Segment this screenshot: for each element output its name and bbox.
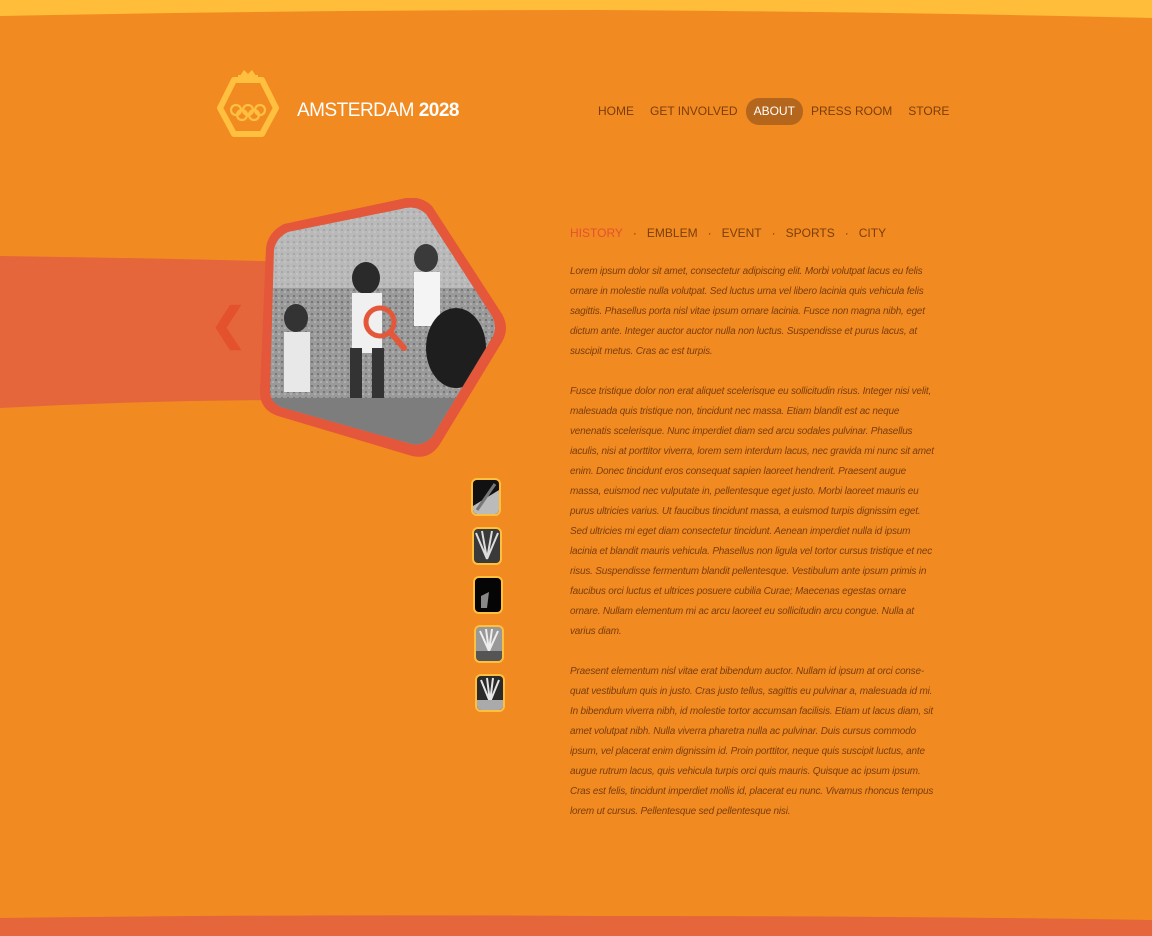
featured-photo[interactable]: [256, 198, 508, 460]
nav-item-home[interactable]: HOME: [590, 98, 642, 125]
gallery-thumbnail[interactable]: [473, 576, 503, 614]
tab-city[interactable]: CITY: [859, 226, 886, 240]
tab-history[interactable]: HISTORY: [570, 226, 623, 240]
gallery-thumbnail[interactable]: [471, 478, 501, 516]
tab-separator: ·: [844, 226, 849, 240]
gallery-thumbnail[interactable]: [475, 674, 505, 712]
section-tabs: HISTORY · EMBLEM · EVENT · SPORTS · CITY: [570, 226, 886, 240]
bottom-decorative-band: [0, 915, 1152, 936]
gallery-thumbnail[interactable]: [472, 527, 502, 565]
top-decorative-band: [0, 0, 1152, 18]
nav-item-store[interactable]: STORE: [900, 98, 957, 125]
olympic-crown-emblem-icon[interactable]: [214, 68, 282, 138]
tab-emblem[interactable]: EMBLEM: [647, 226, 698, 240]
nav-item-press-room[interactable]: PRESS ROOM: [803, 98, 900, 125]
gallery-accent-band: [0, 256, 300, 408]
main-nav: HOME GET INVOLVED ABOUT PRESS ROOM STORE: [590, 98, 957, 125]
tab-separator: ·: [707, 226, 712, 240]
nav-item-get-involved[interactable]: GET INVOLVED: [642, 98, 746, 125]
brand-wordmark[interactable]: AMSTERDAM 2028: [297, 100, 459, 122]
tab-separator: ·: [632, 226, 637, 240]
tab-sports[interactable]: SPORTS: [786, 226, 835, 240]
brand-name: AMSTERDAM: [297, 100, 414, 121]
history-content: Lorem ipsum dolor sit amet, consectetur …: [570, 262, 938, 842]
tab-event[interactable]: EVENT: [722, 226, 762, 240]
brand-year: 2028: [418, 100, 460, 121]
gallery-thumbnail[interactable]: [474, 625, 504, 663]
content-paragraph: Praesent elementum nisl vitae erat biben…: [570, 666, 934, 817]
chevron-left-icon[interactable]: ❮: [210, 300, 247, 350]
content-paragraph: Fusce tristique dolor non erat aliquet s…: [570, 386, 934, 637]
tab-separator: ·: [771, 226, 776, 240]
content-paragraph: Lorem ipsum dolor sit amet, consectetur …: [570, 266, 925, 357]
nav-item-about[interactable]: ABOUT: [745, 98, 803, 125]
